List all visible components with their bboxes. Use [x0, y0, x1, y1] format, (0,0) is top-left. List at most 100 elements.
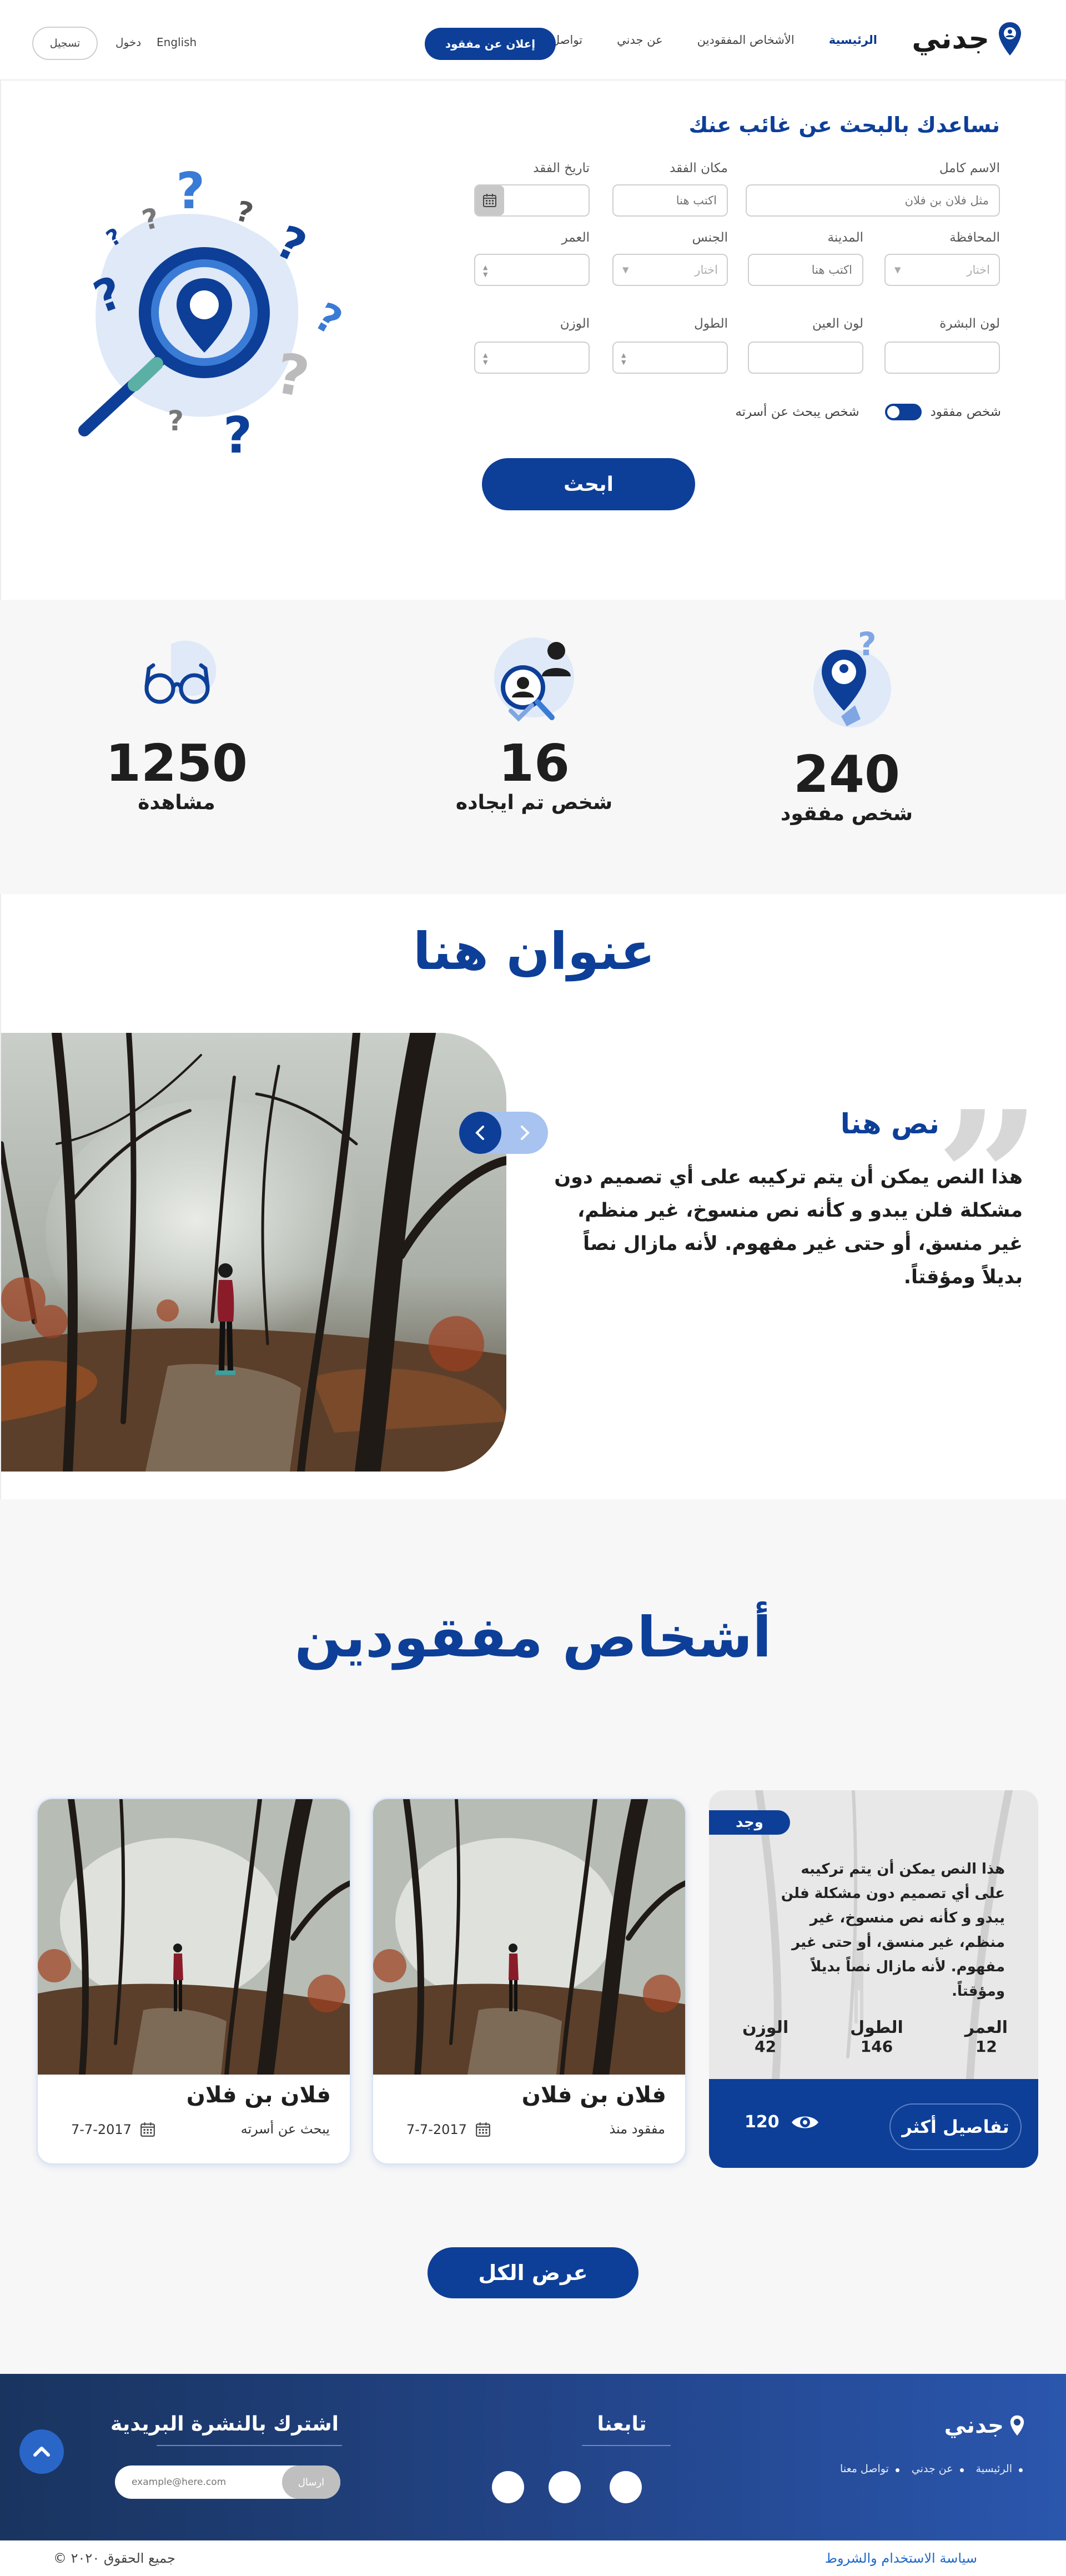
newsletter-send-button[interactable]: ارسال	[282, 2465, 340, 2499]
lost-date-label: تاريخ الفقد	[533, 161, 590, 175]
chevron-up-icon	[33, 2447, 50, 2457]
attr-weight-value: 42	[755, 2037, 777, 2056]
social-icon[interactable]	[492, 2471, 524, 2503]
logo-text: جدني	[912, 22, 989, 56]
footer-logo-text: جدني	[944, 2413, 1004, 2438]
newsletter-divider	[157, 2445, 342, 2446]
calendar-icon	[140, 2122, 155, 2137]
newsletter-title: اشترك بالنشرة البريدية	[110, 2413, 339, 2436]
svg-text:?: ?	[168, 405, 184, 437]
missing-person-card[interactable]: فلان بن فلان مفقود منذ 7-7-2017	[372, 1798, 686, 2165]
stat-found-label: شخص تم ايجاده	[455, 791, 613, 815]
age-input[interactable]: ▲ ▼	[474, 254, 590, 286]
chevron-right-icon	[521, 1126, 530, 1140]
height-label: الطول	[694, 317, 728, 331]
footer-link-about[interactable]: عن جدني	[912, 2463, 964, 2475]
governorate-select[interactable]: اختار ▼	[884, 254, 1000, 286]
person-status: يبحث عن أسرته	[240, 2121, 330, 2137]
social-icon[interactable]	[610, 2471, 642, 2503]
register-button[interactable]: تسجيل	[32, 27, 98, 60]
found-person-card[interactable]: وجد هذا النص يمكن أن يتم تركيبه على أي ت…	[709, 1790, 1038, 2168]
svg-text:?: ?	[176, 169, 205, 220]
stat-missing-label: شخص مفقود	[780, 802, 913, 826]
report-missing-button[interactable]: إعلان عن مفقود	[425, 28, 556, 60]
carousel-prev-button[interactable]	[459, 1112, 501, 1154]
follow-divider	[582, 2445, 671, 2446]
calendar-icon[interactable]	[475, 185, 504, 215]
stat-views: 1250 مشاهدة	[60, 616, 293, 814]
nav-home[interactable]: الرئيسية	[829, 33, 877, 47]
attr-age-value: 12	[975, 2037, 997, 2056]
stat-found-number: 16	[498, 734, 570, 793]
found-card-attributes: العمر 12 الطول 146 الوزن 42	[742, 2018, 1008, 2056]
header: جدني الرئيسية الأشخاص المفقودين عن جدني …	[0, 0, 1066, 81]
full-name-label: الاسم كامل	[939, 161, 1000, 175]
scroll-to-top-button[interactable]	[19, 2429, 64, 2474]
lost-date-input[interactable]	[474, 184, 590, 217]
forest-scene-image	[373, 1799, 685, 2075]
missing-person-card[interactable]: فلان بن فلان يبحث عن أسرته 7-7-2017	[37, 1798, 351, 2165]
spinner-icon[interactable]: ▲ ▼	[483, 351, 487, 366]
found-card-footer: تفاصيل أكثر 120	[709, 2079, 1038, 2168]
city-input[interactable]	[748, 254, 863, 286]
stats-section: ? 240 شخص مفقود 16 شخص تم ايجاده 1250 مش…	[0, 600, 1066, 894]
lost-place-input[interactable]	[612, 184, 728, 217]
svg-text:?: ?	[223, 406, 252, 465]
footer-link-home[interactable]: الرئيسية	[976, 2463, 1023, 2475]
location-pin-icon	[999, 22, 1021, 56]
height-input[interactable]: ▲ ▼	[612, 342, 728, 374]
search-section: نساعدك بالبحث عن غائب عنك الاسم كامل مكا…	[0, 81, 1066, 600]
weight-input[interactable]: ▲ ▼	[474, 342, 590, 374]
person-name: فلان بن فلان	[186, 2082, 331, 2108]
carousel-next-button[interactable]	[501, 1112, 548, 1154]
forest-scene-image	[1, 1033, 506, 1472]
search-type-switch[interactable]	[884, 404, 922, 420]
login-link[interactable]: دخول	[115, 36, 141, 49]
terms-link[interactable]: سياسة الاستخدام والشروط	[825, 2550, 977, 2566]
city-label: المدينة	[827, 230, 863, 245]
stat-missing: ? 240 شخص مفقود	[730, 625, 963, 826]
spinner-icon[interactable]: ▲ ▼	[483, 264, 487, 278]
search-title: نساعدك بالبحث عن غائب عنك	[688, 113, 1000, 137]
attr-height-label: الطول	[850, 2018, 903, 2037]
more-details-button[interactable]: تفاصيل أكثر	[889, 2103, 1022, 2150]
eye-color-label: لون العين	[812, 317, 863, 331]
main-nav: الرئيسية الأشخاص المفقودين عن جدني تواصل…	[537, 33, 877, 47]
gender-placeholder: اختار	[695, 263, 718, 277]
logo[interactable]: جدني	[912, 21, 1023, 57]
spinner-icon[interactable]: ▲ ▼	[621, 351, 626, 366]
governorate-placeholder: اختار	[967, 263, 990, 277]
footer-link-contact[interactable]: تواصل معنا	[840, 2463, 899, 2475]
footer: جدني الرئيسية عن جدني تواصل معنا تابعنا …	[0, 2374, 1066, 2540]
social-icon[interactable]	[549, 2471, 581, 2503]
views-number: 120	[745, 2112, 780, 2132]
view-all-button[interactable]: عرض الكل	[428, 2247, 638, 2298]
footer-logo[interactable]: جدني	[944, 2413, 1025, 2438]
lost-place-label: مكان الفقد	[670, 161, 728, 175]
eye-color-input[interactable]	[748, 342, 863, 374]
found-card-description: هذا النص يمكن أن يتم تركيبه على أي تصميم…	[781, 1861, 1005, 2000]
person-name: فلان بن فلان	[521, 2082, 666, 2108]
person-date: 7-7-2017	[406, 2121, 491, 2138]
governorate-label: المحافظة	[949, 230, 1000, 245]
forest-scene-image	[38, 1799, 350, 2075]
search-button[interactable]: ابحث	[482, 458, 695, 510]
search-type-toggle: شخص مفقود شخص يبحث عن أسرته	[735, 404, 1001, 420]
gender-select[interactable]: اختار ▼	[612, 254, 728, 286]
nav-missing-people[interactable]: الأشخاص المفقودين	[697, 33, 795, 47]
skin-color-input[interactable]	[884, 342, 1000, 374]
svg-text:?: ?	[308, 294, 350, 344]
date-text: 7-7-2017	[406, 2122, 467, 2137]
missing-people-section: أشخاص مفقودين وجد هذا النص يمكن أن يتم ت…	[0, 1499, 1066, 2374]
magnifier-search-illustration: ? ? ? ? ? ? ? ? ? ?	[78, 169, 350, 465]
footer-links: الرئيسية عن جدني تواصل معنا	[840, 2463, 1023, 2475]
missing-people-title: أشخاص مفقودين	[294, 1605, 772, 1670]
attr-height-value: 146	[860, 2037, 893, 2056]
nav-about[interactable]: عن جدني	[617, 33, 663, 47]
forest-photo	[1, 1033, 506, 1472]
attr-age: العمر 12	[965, 2018, 1008, 2056]
full-name-input[interactable]	[746, 184, 1000, 217]
language-switch[interactable]: English	[157, 36, 197, 49]
weight-label: الوزن	[560, 317, 590, 331]
age-label: العمر	[561, 230, 590, 245]
